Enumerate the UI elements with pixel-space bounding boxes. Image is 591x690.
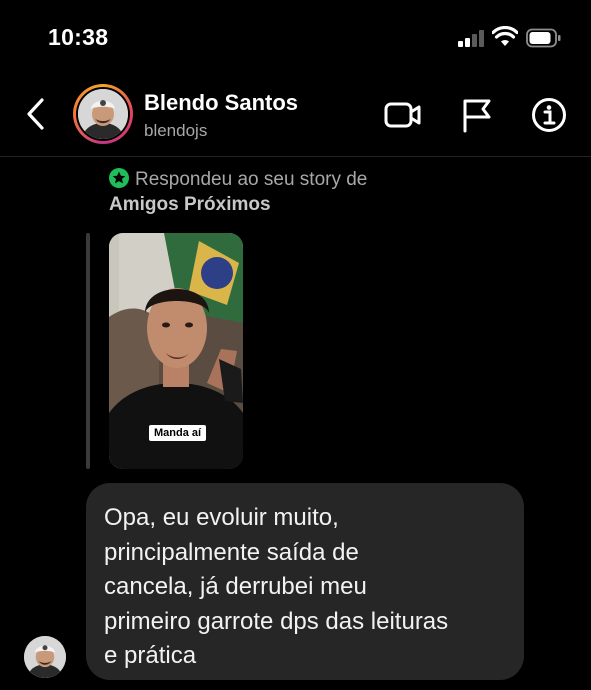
status-bar: 10:38 [0, 0, 591, 76]
story-reply-bar [86, 233, 90, 469]
close-friends-star-icon [109, 168, 129, 188]
contact-avatar[interactable] [73, 84, 133, 144]
contact-photo [78, 89, 128, 139]
story-caption: Manda aí [149, 425, 207, 441]
info-icon[interactable] [530, 97, 568, 133]
contact-name[interactable]: Blendo Santos [144, 90, 298, 116]
message-line: cancela, já derrubei meu [104, 573, 367, 600]
sender-photo [24, 636, 66, 678]
chat-header: Blendo Santos blendojs [0, 76, 591, 157]
status-time: 10:38 [48, 24, 109, 50]
message-line: principalmente saída de [104, 538, 359, 566]
story-thumbnail[interactable]: Manda aí [109, 233, 243, 469]
message-line: e prática [104, 642, 197, 669]
battery-icon [526, 28, 561, 48]
wifi-icon [492, 26, 518, 46]
sender-avatar[interactable] [24, 636, 66, 678]
chevron-left-icon[interactable] [24, 96, 48, 132]
flag-icon[interactable] [458, 97, 496, 133]
message-line: Opa, eu evoluir muito, [104, 504, 339, 531]
cellular-signal-icon [458, 30, 486, 47]
story-reply-label: Respondeu ao seu story de [135, 169, 368, 190]
message-line: primeiro garrote dps das leituras [104, 607, 449, 635]
message-bubble[interactable]: Opa, eu evoluir muito, principalmente sa… [86, 483, 524, 680]
story-reply-note: Respondeu ao seu story de Amigos Próximo… [109, 167, 367, 217]
close-friends-label: Amigos Próximos [109, 194, 271, 215]
contact-username[interactable]: blendojs [144, 121, 207, 141]
video-call-icon[interactable] [384, 97, 422, 133]
message-text: Opa, eu evoluir muito, principalmente sa… [104, 501, 506, 674]
